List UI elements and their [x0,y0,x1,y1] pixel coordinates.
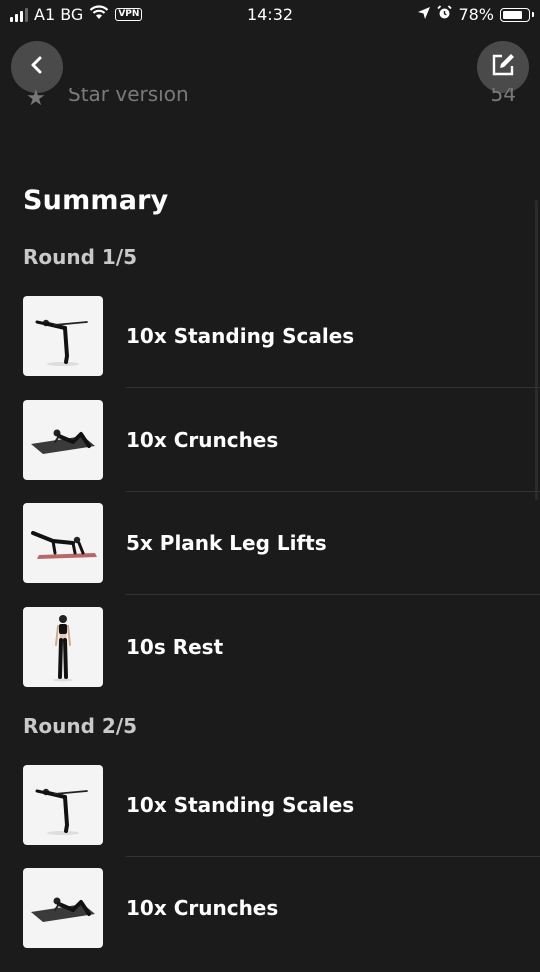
status-bar: A1 BG VPN 14:32 78% [0,0,540,30]
standing-scales-image [23,296,103,376]
divider [126,387,540,388]
round-title: Round 1/5 [23,245,138,269]
exercise-row[interactable]: 10s Rest [0,607,540,711]
divider [126,491,540,492]
divider [126,856,540,857]
peek-item: ★ Star version 54 [26,88,516,110]
exercise-label: 10x Crunches [126,896,279,920]
exercise-label: 10x Crunches [126,428,279,452]
peek-item-label: Star version [68,88,189,106]
rest-image [23,607,103,687]
location-icon [417,5,431,24]
battery-percent: 78% [458,5,494,24]
exercise-row[interactable]: 10x Standing Scales [0,296,540,400]
exercise-row[interactable]: 10x Crunches [0,400,540,504]
peek-item-value: 54 [490,88,516,106]
crunches-image [23,400,103,480]
back-button[interactable] [11,41,63,93]
status-right: 78% [417,5,534,24]
standing-scales-image [23,765,103,845]
round-title: Round 2/5 [23,714,138,738]
exercise-label: 10x Standing Scales [126,793,355,817]
divider [126,594,540,595]
exercise-label: 10s Rest [126,635,224,659]
edit-button[interactable] [477,41,529,93]
edit-icon [489,51,517,83]
exercise-label: 5x Plank Leg Lifts [126,531,327,555]
plank-leg-lifts-image [23,503,103,583]
exercise-row[interactable]: 10x Crunches [0,868,540,972]
star-icon: ★ [26,88,46,110]
summary-title: Summary [23,185,169,216]
alarm-icon [437,5,453,24]
crunches-image [23,868,103,948]
exercise-row[interactable]: 5x Plank Leg Lifts [0,503,540,607]
exercise-row[interactable]: 10x Standing Scales [0,765,540,869]
chevron-left-icon [27,55,47,79]
exercise-label: 10x Standing Scales [126,324,355,348]
battery-icon [500,7,534,22]
